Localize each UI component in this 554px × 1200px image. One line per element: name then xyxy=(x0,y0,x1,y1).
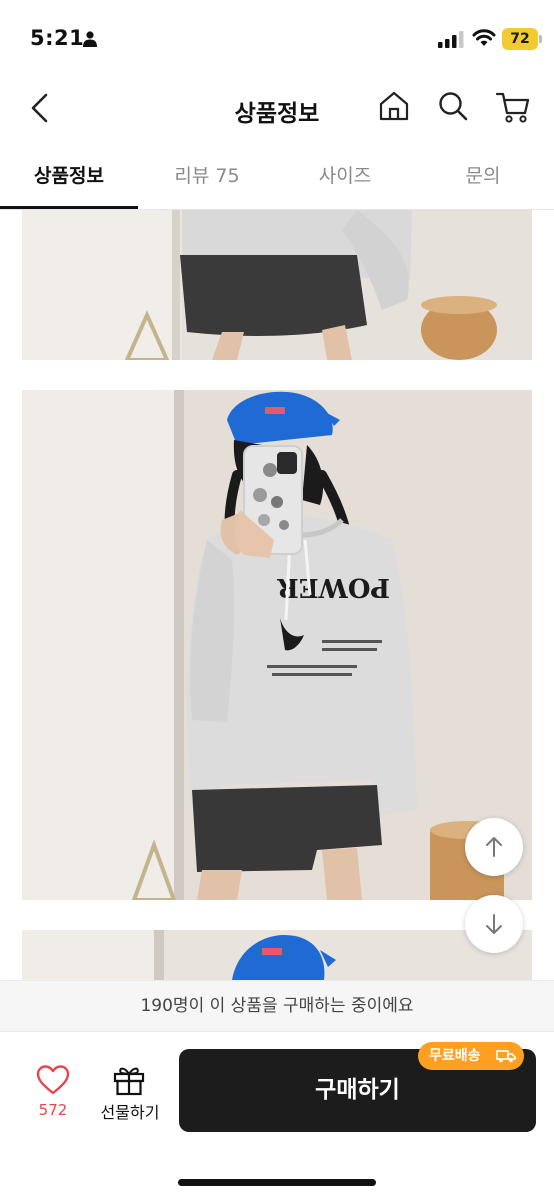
like-count: 572 xyxy=(38,1101,68,1119)
tab-inquiry[interactable]: 문의 xyxy=(414,150,552,210)
product-photo-1 xyxy=(22,210,532,360)
heart-icon[interactable] xyxy=(36,1065,70,1095)
scroll-to-top-button[interactable] xyxy=(465,818,523,876)
app-header: 상품정보 xyxy=(0,80,554,138)
bottom-action-bar: 572 선물하기 구매하기 무료배송 xyxy=(0,1032,554,1200)
page-title: 상품정보 xyxy=(234,101,320,127)
arrow-down-icon xyxy=(486,914,502,934)
scroll-to-bottom-button[interactable] xyxy=(465,895,523,953)
wifi-icon xyxy=(472,29,496,46)
tab-size[interactable]: 사이즈 xyxy=(276,150,414,210)
product-photo-2: POWER xyxy=(22,390,532,900)
truck-icon xyxy=(496,1050,516,1063)
battery-tip xyxy=(539,35,542,43)
product-photo-3 xyxy=(22,930,532,980)
home-indicator xyxy=(178,1179,376,1186)
free-shipping-label: 무료배송 xyxy=(429,1048,481,1064)
status-bar: 5:21 72 xyxy=(0,0,554,80)
free-shipping-badge: 무료배송 xyxy=(418,1042,524,1070)
product-detail-images: POWER xyxy=(0,210,554,980)
person-icon xyxy=(83,31,97,47)
purchasing-notice: 190명이 이 상품을 구매하는 중이에요 xyxy=(0,980,554,1032)
arrow-up-icon xyxy=(486,837,502,857)
tab-product-info[interactable]: 상품정보 xyxy=(0,150,138,210)
hoodie-print-text: POWER xyxy=(277,572,390,602)
cellular-signal-icon xyxy=(438,31,464,48)
search-icon[interactable] xyxy=(437,90,469,122)
product-tabs: 상품정보 리뷰 75 사이즈 문의 xyxy=(0,150,554,210)
active-tab-indicator xyxy=(0,206,138,209)
tab-reviews[interactable]: 리뷰 75 xyxy=(138,150,276,210)
gift-button-label[interactable]: 선물하기 xyxy=(90,1099,170,1123)
home-icon[interactable] xyxy=(377,89,411,123)
battery-indicator: 72 xyxy=(502,28,538,50)
status-time: 5:21 xyxy=(30,26,85,50)
gift-icon[interactable] xyxy=(112,1064,146,1096)
cart-icon[interactable] xyxy=(495,89,531,125)
